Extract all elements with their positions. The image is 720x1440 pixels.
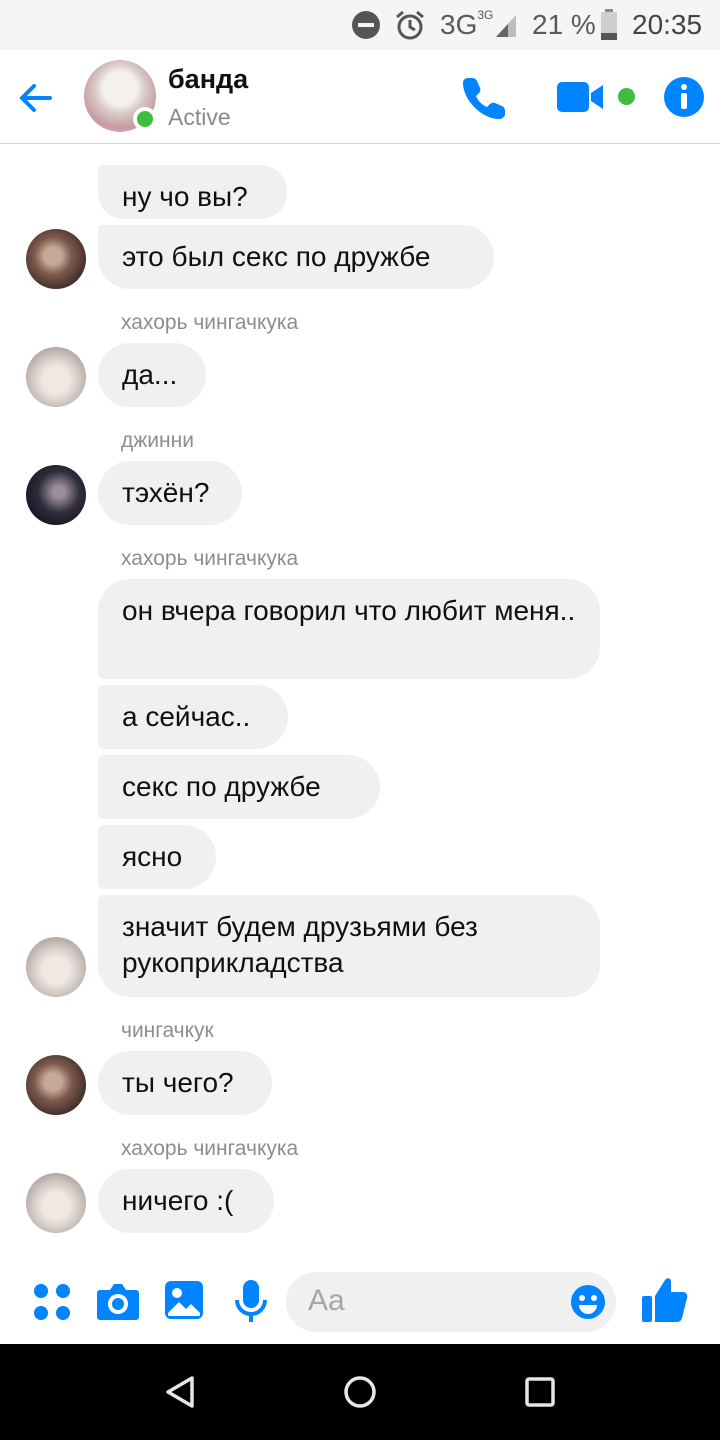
- message-text: он вчера говорил что любит меня..: [122, 595, 576, 626]
- message-bubble[interactable]: ну чо вы?: [98, 165, 287, 219]
- message-bubble[interactable]: да...: [98, 343, 206, 407]
- message-input[interactable]: Aa: [286, 1272, 616, 1332]
- video-call-icon[interactable]: [556, 80, 606, 114]
- sender-name: чингачкук: [121, 1019, 214, 1042]
- network-label: 3G: [440, 9, 478, 40]
- emoji-smiley-icon[interactable]: [570, 1284, 606, 1320]
- status-bar: 3G 3G 21 % 20:35: [0, 0, 720, 50]
- avatar[interactable]: [26, 1173, 86, 1233]
- message-bubble[interactable]: ничего :(: [98, 1169, 274, 1233]
- message-bubble[interactable]: а сейчас..: [98, 685, 288, 749]
- avatar[interactable]: [26, 1055, 86, 1115]
- sender-name: хахорь чингачкука: [121, 1137, 299, 1160]
- sender-name: хахорь чингачкука: [121, 547, 299, 570]
- alarm-icon: [394, 8, 426, 42]
- message-text: да...: [122, 359, 178, 390]
- gallery-image-icon[interactable]: [164, 1280, 204, 1325]
- home-nav-icon[interactable]: [342, 1374, 378, 1410]
- message-text: ничего :(: [122, 1185, 234, 1216]
- message-list[interactable]: ну чо вы? это был секс по дружбе хахорь …: [0, 145, 720, 1255]
- message-text: секс по дружбе: [122, 771, 321, 802]
- message-bubble[interactable]: это был секс по дружбе: [98, 225, 494, 289]
- sender-name: хахорь чингачкука: [121, 311, 299, 334]
- conversation-header: банда Active: [0, 50, 720, 144]
- thumbs-up-icon[interactable]: [640, 1276, 690, 1324]
- camera-icon[interactable]: [96, 1282, 140, 1327]
- battery-icon: [600, 8, 618, 42]
- conversation-title[interactable]: банда: [168, 64, 248, 95]
- message-text: ну чо вы?: [122, 181, 248, 212]
- network-small-label: 3G: [477, 8, 494, 22]
- avatar[interactable]: [26, 347, 86, 407]
- active-status-dot: [133, 107, 157, 131]
- message-bubble[interactable]: он вчера говорил что любит меня..: [98, 579, 600, 679]
- conversation-status: Active: [168, 104, 231, 130]
- back-arrow-icon[interactable]: [14, 76, 58, 120]
- message-text: а сейчас..: [122, 701, 251, 732]
- info-icon[interactable]: [663, 76, 705, 118]
- message-composer: Aa: [0, 1258, 720, 1344]
- avatar[interactable]: [26, 229, 86, 289]
- message-bubble[interactable]: секс по дружбе: [98, 755, 380, 819]
- sender-name: джинни: [121, 429, 194, 452]
- message-text: ты чего?: [122, 1067, 234, 1098]
- microphone-icon[interactable]: [234, 1278, 268, 1329]
- do-not-disturb-icon: [350, 8, 382, 42]
- clock-label: 20:35: [632, 9, 703, 40]
- message-bubble[interactable]: тэхён?: [98, 461, 242, 525]
- signal-icon: [494, 8, 518, 42]
- message-text: это был секс по дружбе: [122, 241, 431, 272]
- message-text: тэхён?: [122, 477, 210, 508]
- apps-grid-icon[interactable]: [32, 1282, 72, 1327]
- avatar[interactable]: [26, 937, 86, 997]
- battery-percent-label: 21 %: [532, 9, 596, 40]
- avatar[interactable]: [26, 465, 86, 525]
- message-bubble[interactable]: значит будем друзьями без рукоприкладств…: [98, 895, 600, 997]
- message-input-placeholder: Aa: [308, 1284, 345, 1317]
- recents-nav-icon[interactable]: [522, 1374, 558, 1410]
- clock: 20:35: [632, 8, 702, 42]
- back-nav-icon[interactable]: [162, 1374, 198, 1410]
- message-bubble[interactable]: ты чего?: [98, 1051, 272, 1115]
- phone-call-icon[interactable]: [462, 74, 508, 120]
- message-text: ясно: [122, 841, 183, 872]
- message-bubble[interactable]: ясно: [98, 825, 216, 889]
- network-indicator: 3G 3G: [440, 8, 493, 42]
- android-navigation-bar: [0, 1344, 720, 1440]
- video-active-dot: [618, 88, 635, 105]
- message-text: значит будем друзьями без рукоприкладств…: [122, 911, 478, 978]
- battery-percent: 21 %: [532, 8, 596, 42]
